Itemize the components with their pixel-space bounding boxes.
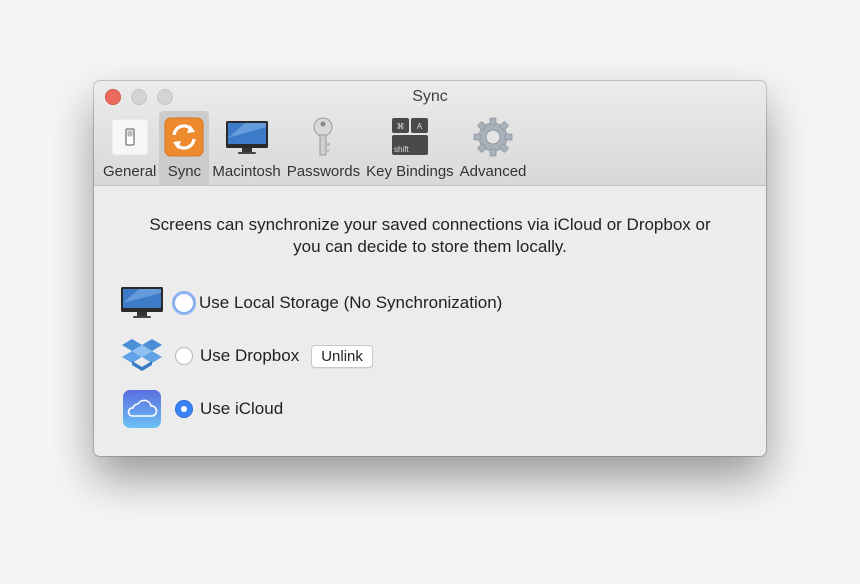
- tab-macintosh[interactable]: Macintosh: [209, 111, 283, 185]
- local-storage-radio[interactable]: [172, 291, 196, 315]
- option-local-storage[interactable]: Use Local Storage (No Synchronization): [121, 283, 502, 323]
- tab-passwords[interactable]: Passwords: [284, 111, 363, 185]
- imac-icon: [121, 283, 163, 323]
- description-line: Screens can synchronize your saved conne…: [149, 215, 711, 234]
- dropbox-icon: [121, 336, 163, 376]
- key-icon: [301, 115, 345, 159]
- description-line: you can decide to store them locally.: [293, 237, 567, 256]
- sync-pane: Screens can synchronize your saved conne…: [94, 186, 766, 456]
- a-key-label: A: [417, 122, 423, 131]
- tab-sync[interactable]: Sync: [159, 111, 210, 185]
- shift-key-label: shift: [394, 145, 409, 154]
- unlink-button[interactable]: Unlink: [311, 344, 373, 368]
- icloud-radio[interactable]: [175, 400, 193, 418]
- preferences-toolbar: General Sync Macintosh Passwords ⌘ A shi…: [100, 111, 529, 185]
- option-label: Use Dropbox: [200, 346, 300, 365]
- imac-icon: [225, 115, 269, 159]
- tab-label: Key Bindings: [366, 163, 454, 180]
- keyboard-icon: ⌘ A shift: [388, 115, 432, 159]
- window-title: Sync: [412, 88, 448, 105]
- dropbox-radio[interactable]: [175, 347, 193, 365]
- tab-key-bindings[interactable]: ⌘ A shift Key Bindings: [363, 111, 457, 185]
- tab-label: Advanced: [459, 163, 527, 180]
- gear-icon: [471, 115, 515, 159]
- option-label: Use iCloud: [200, 399, 284, 418]
- switch-icon: [108, 115, 152, 159]
- cmd-key-label: ⌘: [396, 122, 404, 131]
- icloud-icon: [121, 389, 163, 429]
- preferences-window: Sync General Sync Macintosh Passwords ⌘ …: [94, 81, 766, 456]
- tab-label: Macintosh: [212, 163, 281, 180]
- option-dropbox[interactable]: Use Dropbox Unlink: [121, 336, 373, 376]
- title-bar: Sync General Sync Macintosh Passwords ⌘ …: [94, 81, 766, 186]
- tab-label: Passwords: [286, 163, 361, 180]
- tab-general[interactable]: General: [100, 111, 159, 185]
- tab-label: Sync: [167, 163, 202, 180]
- tab-advanced[interactable]: Advanced: [457, 111, 530, 185]
- option-label: Use Local Storage (No Synchronization): [199, 293, 503, 312]
- sync-icon: [162, 115, 206, 159]
- description: Screens can synchronize your saved conne…: [94, 214, 766, 258]
- tab-label: General: [103, 163, 157, 180]
- option-icloud[interactable]: Use iCloud: [121, 389, 283, 429]
